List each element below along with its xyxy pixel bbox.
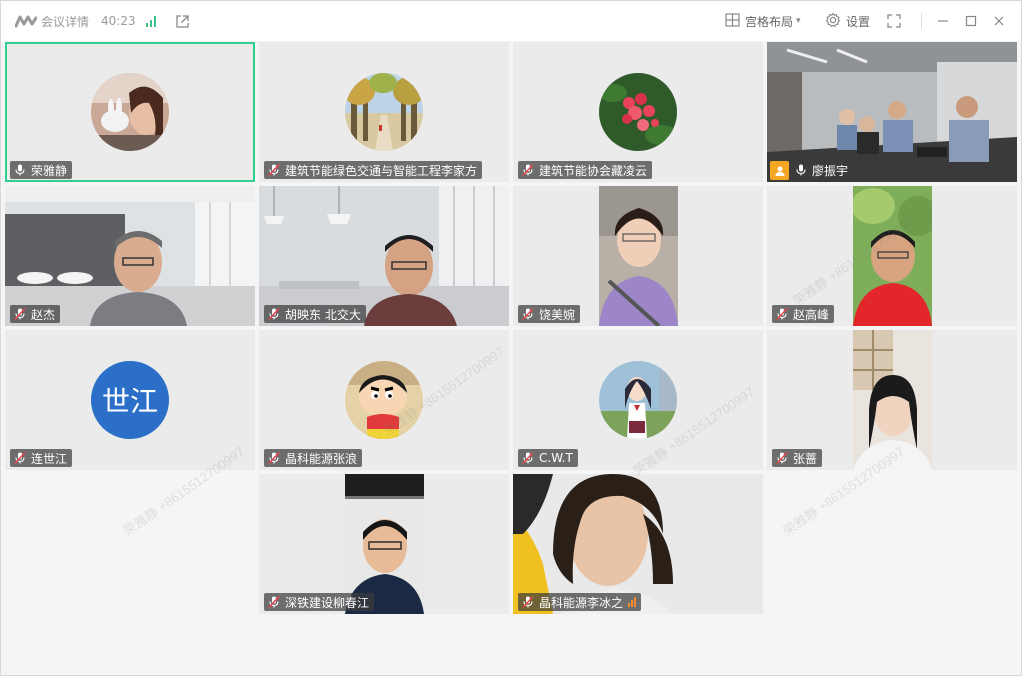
mic-muted-icon — [267, 163, 281, 177]
settings-button[interactable]: 设置 — [825, 1, 870, 41]
participant-name: 胡映东 北交大 — [285, 307, 361, 322]
settings-label: 设置 — [846, 14, 871, 29]
participant-name: 荣雅静 — [31, 163, 68, 178]
participant-nametag: 饶美婉 — [518, 305, 581, 323]
mic-muted-icon — [13, 451, 27, 465]
participant-avatar — [345, 73, 423, 151]
mic-muted-icon — [267, 451, 281, 465]
participant-name: 廖振宇 — [812, 163, 849, 178]
video-tile[interactable]: 赵杰 — [5, 186, 255, 326]
mic-muted-icon — [13, 307, 27, 321]
video-tile[interactable]: C.W.T — [513, 330, 763, 470]
network-signal-icon[interactable] — [145, 1, 159, 41]
participant-nametag: 廖振宇 — [791, 161, 854, 179]
host-badge-icon — [770, 161, 789, 180]
video-tile[interactable]: 世江 连世江 — [5, 330, 255, 470]
participant-nametag: 连世江 — [10, 449, 73, 467]
participant-avatar — [345, 361, 423, 439]
mic-muted-icon — [521, 451, 535, 465]
audio-level-icon — [628, 597, 637, 607]
participant-name: 赵高峰 — [793, 307, 830, 322]
video-tile[interactable]: 荣雅静 — [5, 42, 255, 182]
maximize-icon[interactable] — [965, 1, 977, 41]
video-feed — [853, 330, 932, 470]
participant-nametag: 赵杰 — [10, 305, 61, 323]
video-feed — [599, 186, 678, 326]
video-tile[interactable]: 建筑节能绿色交通与智能工程李家方 — [259, 42, 509, 182]
close-icon[interactable] — [993, 1, 1005, 41]
video-tile[interactable]: 建筑节能协会藏凌云 — [513, 42, 763, 182]
participant-name: 深铁建设柳春江 — [285, 595, 370, 610]
participant-nametag: 胡映东 北交大 — [264, 305, 366, 323]
fullscreen-icon[interactable] — [887, 1, 901, 41]
microphone-icon — [794, 163, 808, 177]
participant-nametag: 赵高峰 — [772, 305, 835, 323]
participant-avatar — [599, 361, 677, 439]
participant-name: 饶美婉 — [539, 307, 576, 322]
share-link-icon[interactable] — [175, 1, 190, 41]
participant-nametag: 张蔷 — [772, 449, 823, 467]
app-logo-icon — [15, 1, 37, 41]
minimize-icon[interactable] — [937, 1, 949, 41]
video-tile[interactable]: 张蔷 — [767, 330, 1017, 470]
mic-muted-icon — [521, 307, 535, 321]
participant-name: 晶科能源李冰之 — [539, 595, 624, 610]
video-tile[interactable]: 深铁建设柳春江 — [259, 474, 509, 614]
participant-nametag: C.W.T — [518, 449, 578, 467]
meeting-timer: 40:23 — [101, 14, 136, 28]
participant-nametag: 建筑节能绿色交通与智能工程李家方 — [264, 161, 483, 179]
mic-muted-icon — [775, 307, 789, 321]
mic-muted-icon — [521, 595, 535, 609]
participant-nametag: 荣雅静 — [10, 161, 73, 179]
meeting-info-label: 会议详情 — [41, 14, 90, 29]
participant-nametag: 深铁建设柳春江 — [264, 593, 375, 611]
participant-nametag: 建筑节能协会藏凌云 — [518, 161, 653, 179]
titlebar-divider — [921, 13, 922, 29]
participant-name: 建筑节能协会藏凌云 — [539, 163, 648, 178]
participant-name: 建筑节能绿色交通与智能工程李家方 — [285, 163, 478, 178]
mic-muted-icon — [521, 163, 535, 177]
participant-avatar — [599, 73, 677, 151]
participant-name: C.W.T — [539, 451, 573, 465]
participant-nametag: 晶科能源李冰之 — [518, 593, 642, 611]
microphone-icon — [13, 163, 27, 177]
participant-nametag: 晶科能源张浪 — [264, 449, 363, 467]
meeting-info-button[interactable]: 会议详情 — [41, 1, 89, 41]
participant-name: 连世江 — [31, 451, 68, 466]
participant-name: 赵杰 — [31, 307, 56, 322]
grid-layout-icon — [725, 12, 740, 30]
video-tile[interactable]: 胡映东 北交大 — [259, 186, 509, 326]
gear-icon — [825, 12, 841, 31]
video-feed — [853, 186, 932, 326]
grid-layout-label: 宫格布局 — [745, 14, 794, 29]
meeting-window: 会议详情 40:23 宫格布局 ▾ 设置 荣雅静 建筑节能绿色交通与智能工程李家… — [0, 0, 1022, 676]
video-tile[interactable]: 饶美婉 — [513, 186, 763, 326]
video-tile[interactable]: 晶科能源张浪 — [259, 330, 509, 470]
video-tile[interactable]: 晶科能源李冰之 — [513, 474, 763, 614]
chevron-down-icon: ▾ — [796, 16, 801, 26]
mic-muted-icon — [775, 451, 789, 465]
mic-muted-icon — [267, 595, 281, 609]
participant-name: 晶科能源张浪 — [285, 451, 358, 466]
title-bar: 会议详情 40:23 宫格布局 ▾ 设置 — [1, 1, 1021, 41]
grid-layout-button[interactable]: 宫格布局 ▾ — [725, 1, 801, 41]
video-tile[interactable]: 廖振宇 — [767, 42, 1017, 182]
mic-muted-icon — [267, 307, 281, 321]
initials-avatar: 世江 — [91, 361, 169, 439]
participant-avatar — [91, 73, 169, 151]
video-tile[interactable]: 赵高峰 — [767, 186, 1017, 326]
participant-name: 张蔷 — [793, 451, 818, 466]
